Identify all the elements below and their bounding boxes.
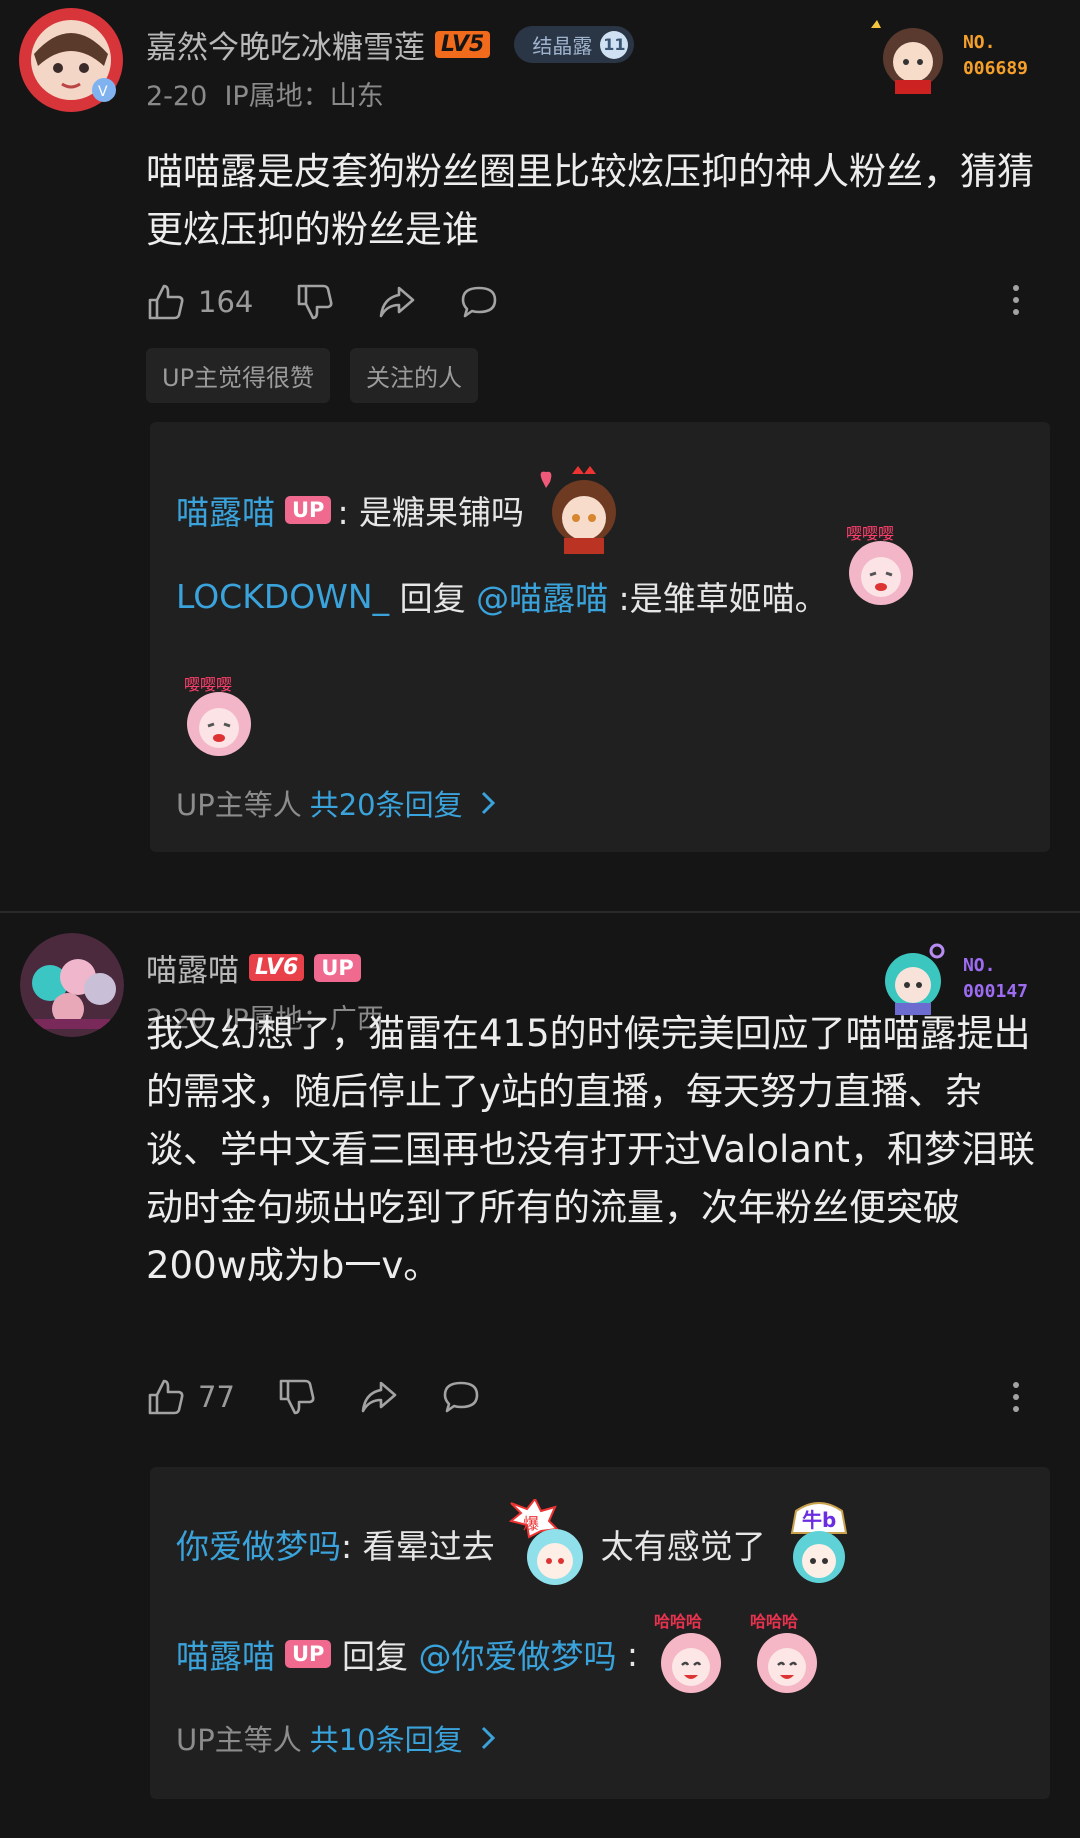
- reply-text: : 是糖果铺吗: [337, 493, 525, 532]
- reply-item: 喵露喵 UP : 是糖果铺吗: [176, 464, 620, 556]
- comment-date: 2-20: [146, 81, 208, 112]
- collection-number: 006689: [962, 58, 1028, 79]
- share-icon: [380, 286, 415, 318]
- svg-text:嘤嘤嘤: 嘤嘤嘤: [846, 524, 894, 543]
- up-tag: UP: [285, 496, 332, 524]
- reply-item: LOCKDOWN_ 回复 @喵露喵 :是雏草姬喵。 嘤嘤嘤: [176, 524, 924, 620]
- reply-more-prefix: UP主等人: [176, 788, 302, 822]
- view-all-replies[interactable]: UP主等人 共20条回复: [176, 782, 499, 824]
- share-icon: [361, 1381, 397, 1413]
- reply-item: 喵露喵 UP 回复 @你爱做梦吗 : 哈哈哈 哈哈哈: [176, 1609, 830, 1699]
- reply-button[interactable]: [441, 1377, 481, 1417]
- username[interactable]: 嘉然今晚吃冰糖雪莲: [146, 22, 425, 67]
- reply-preview-box[interactable]: 喵露喵 UP : 是糖果铺吗 LOCKDOWN_ 回复 @喵露喵 :是雏草姬喵。: [150, 422, 1050, 852]
- up-tag: UP: [314, 953, 361, 982]
- explode-sticker-icon: 爆: [505, 1499, 591, 1589]
- sticker-text: 爆: [523, 1514, 539, 1533]
- svg-text:嘤嘤嘤: 嘤嘤嘤: [184, 675, 232, 694]
- ip-location: IP属地：山东: [224, 81, 384, 112]
- sticker-text: 牛b: [802, 1508, 836, 1532]
- thumb-down-icon: [298, 284, 333, 320]
- svg-text:V: V: [98, 84, 108, 100]
- like-count: 77: [198, 1380, 235, 1414]
- thumb-up-icon: [148, 1379, 184, 1415]
- reply-text: :: [616, 1634, 639, 1674]
- view-all-replies[interactable]: UP主等人 共10条回复: [176, 1717, 499, 1759]
- reply-mid-text: 回复: [389, 579, 477, 618]
- reply-count: 共10条回复: [309, 1723, 463, 1757]
- thumb-down-icon: [279, 1379, 315, 1415]
- fan-medal-badge[interactable]: 结晶露 11: [514, 26, 635, 63]
- mention-link[interactable]: @喵露喵: [476, 572, 608, 620]
- username[interactable]: 喵露喵: [146, 945, 239, 990]
- dislike-button[interactable]: [295, 282, 335, 322]
- collection-no-label: NO.: [962, 32, 996, 53]
- crying-sticker-icon: 嘤嘤嘤: [838, 521, 924, 611]
- reply-text: : 看晕过去: [341, 1527, 495, 1566]
- fan-medal-name: 结晶露: [532, 34, 593, 58]
- chevron-right-icon: [481, 1726, 495, 1750]
- thumb-up-icon: [148, 284, 184, 320]
- collection-number: 000147: [962, 981, 1028, 1002]
- share-button[interactable]: [359, 1377, 399, 1417]
- avatar[interactable]: V: [12, 6, 130, 114]
- reply-text-2: 太有感觉了: [600, 1527, 766, 1566]
- tag-up-liked: UP主觉得很赞: [146, 348, 331, 403]
- tag-followed: 关注的人: [350, 348, 479, 403]
- more-options-button[interactable]: [1010, 285, 1022, 321]
- level-badge: LV6: [249, 954, 305, 981]
- comment-1: V 嘉然今晚吃冰糖雪莲 LV5 结晶露 11 2-20 IP属地：山东 NO. …: [0, 0, 1080, 912]
- comment-text: 喵喵露是皮套狗粉丝圈里比较炫压抑的神人粉丝，猜猜更炫压抑的粉丝是谁: [146, 150, 1034, 251]
- sticker-text: 哈哈哈: [654, 1612, 702, 1631]
- reply-count: 共20条回复: [309, 788, 463, 822]
- collection-card[interactable]: NO. 006689: [867, 18, 1028, 94]
- reply-item: 你爱做梦吗 : 看晕过去 爆 太有感觉了 牛b: [176, 1499, 862, 1589]
- reply-username[interactable]: LOCKDOWN_: [176, 577, 389, 616]
- level-badge: LV5: [435, 31, 491, 58]
- crying-sticker-icon: 嘤嘤嘤: [176, 672, 262, 766]
- niub-sticker-icon: 牛b: [776, 1499, 862, 1589]
- fan-medal-level: 11: [600, 30, 629, 59]
- sticker-emote-icon: [534, 464, 620, 556]
- laughing-sticker-icon: 哈哈哈: [648, 1609, 734, 1699]
- comment-meta: 2-20 IP属地：山东: [146, 74, 384, 113]
- laughing-sticker-icon: 哈哈哈: [744, 1609, 830, 1699]
- avatar-image-icon: V: [19, 8, 123, 112]
- collection-character-icon: [870, 20, 943, 94]
- like-button[interactable]: 164: [146, 282, 253, 322]
- reply-preview-box[interactable]: 你爱做梦吗 : 看晕过去 爆 太有感觉了 牛b 喵露喵 UP 回复 @你爱做梦吗…: [150, 1467, 1050, 1799]
- reply-text: :是雏草姬喵。: [608, 579, 828, 618]
- reply-username[interactable]: 喵露喵: [176, 1630, 275, 1678]
- comment-bubble-icon: [443, 1381, 479, 1413]
- reply-button[interactable]: [459, 282, 499, 322]
- dislike-button[interactable]: [277, 1377, 317, 1417]
- like-button[interactable]: 77: [146, 1377, 235, 1417]
- chevron-right-icon: [481, 791, 495, 815]
- reply-mid-text: 回复: [331, 1637, 419, 1676]
- reply-more-prefix: UP主等人: [176, 1723, 302, 1757]
- reply-username[interactable]: 喵露喵: [176, 486, 275, 534]
- reply-username[interactable]: 你爱做梦吗: [176, 1520, 341, 1568]
- up-tag: UP: [285, 1640, 332, 1668]
- comment-2: 喵露喵 LV6 UP 2-20 IP属地：广西 NO. 000147 我又幻想了…: [0, 913, 1080, 1838]
- sticker-text: 哈哈哈: [750, 1612, 798, 1631]
- mention-link[interactable]: @你爱做梦吗: [418, 1630, 616, 1678]
- avatar-image-icon: [20, 933, 124, 1037]
- share-button[interactable]: [377, 282, 417, 322]
- comment-text-content: 我又幻想了，猫雷在415的时候完美回应了喵喵露提出的需求，随后停止了y站的直播，…: [146, 1012, 1035, 1287]
- more-options-button[interactable]: [1010, 1382, 1022, 1418]
- like-count: 164: [198, 285, 254, 319]
- avatar[interactable]: [20, 933, 124, 1037]
- collection-no-label: NO.: [962, 955, 996, 976]
- comment-bubble-icon: [462, 286, 497, 318]
